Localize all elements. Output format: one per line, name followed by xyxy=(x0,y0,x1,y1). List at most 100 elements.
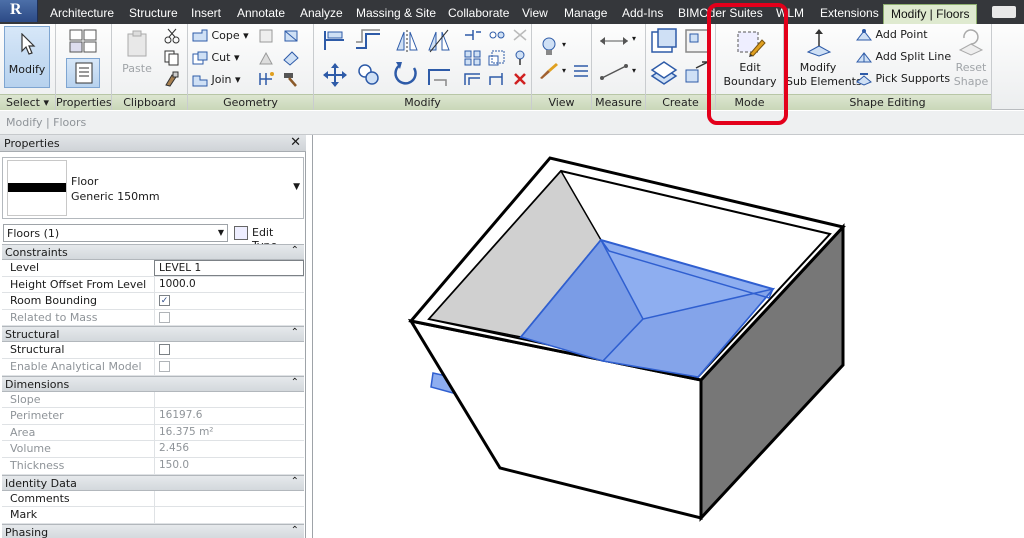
trim-extend-corner-icon[interactable] xyxy=(426,62,452,88)
wall-joins-icon[interactable] xyxy=(258,28,274,44)
close-icon[interactable]: ✕ xyxy=(290,135,301,150)
pick-supports-button[interactable]: Pick Supports xyxy=(856,70,950,88)
scale-icon[interactable] xyxy=(488,50,506,66)
measure-dropdown-icon[interactable]: ▾ xyxy=(632,34,636,43)
rotate-icon[interactable] xyxy=(392,60,420,88)
split-element-icon[interactable] xyxy=(488,28,506,42)
add-split-line-button[interactable]: Add Split Line xyxy=(855,48,951,66)
prop-row-perimeter: Perimeter 16197.6 xyxy=(2,408,304,425)
group-phasing[interactable]: Phasing ⌃ xyxy=(2,523,304,538)
panel-measure: ▾ ▾ Measure xyxy=(592,24,646,110)
tab-extensions[interactable]: Extensions xyxy=(820,0,879,24)
group-dimensions[interactable]: Dimensions ⌃ xyxy=(2,375,304,392)
comments-field[interactable] xyxy=(154,490,304,507)
align-icon[interactable] xyxy=(322,28,348,52)
related-to-mass-checkbox xyxy=(159,311,170,323)
mirror-pick-axis-icon[interactable] xyxy=(394,28,420,54)
edit-type-button[interactable]: Edit Type xyxy=(232,223,302,252)
copy-element-icon[interactable] xyxy=(356,62,382,88)
type-selector[interactable]: Floor Generic 150mm ▼ xyxy=(2,157,304,219)
measure-between-icon[interactable] xyxy=(598,34,630,48)
offset-icon[interactable] xyxy=(354,28,382,52)
mirror-draw-axis-icon[interactable] xyxy=(426,28,452,54)
pin-icon[interactable] xyxy=(512,50,528,66)
modify-button[interactable]: Modify xyxy=(4,26,50,88)
split-region-icon[interactable] xyxy=(258,71,276,87)
height-offset-field[interactable]: 1000.0 xyxy=(154,276,304,293)
reset-shape-button[interactable]: Reset Shape xyxy=(952,26,990,88)
add-point-button[interactable]: Add Point xyxy=(855,26,928,44)
3d-model-canvas[interactable] xyxy=(313,135,1024,538)
properties-grid: Constraints ⌃ Level LEVEL 1 Height Offse… xyxy=(2,244,304,538)
hammer-icon[interactable] xyxy=(282,71,300,87)
create-assembly-icon[interactable] xyxy=(650,27,678,55)
cut-scissors-icon[interactable] xyxy=(164,28,180,44)
linework-dropdown-icon[interactable]: ▾ xyxy=(562,66,566,75)
structural-checkbox[interactable] xyxy=(159,344,170,356)
paste-button[interactable]: Paste xyxy=(118,26,156,86)
panel-properties: Properties xyxy=(56,24,112,110)
collapse-icon[interactable]: ⌃ xyxy=(291,525,299,536)
collapse-icon[interactable]: ⌃ xyxy=(291,327,299,338)
tab-manage[interactable]: Manage xyxy=(564,0,607,24)
properties-palette-icon xyxy=(75,62,93,84)
panel-view-title: View xyxy=(532,94,591,110)
room-bounding-checkbox[interactable]: ✓ xyxy=(159,295,170,307)
cut-geometry-button[interactable]: Cut ▾ xyxy=(192,49,240,67)
panel-select-title[interactable]: Select ▾ xyxy=(0,94,55,110)
pin-disabled-icon[interactable] xyxy=(512,28,528,42)
trim-single-icon[interactable] xyxy=(464,28,482,42)
linework-brush-icon[interactable] xyxy=(538,62,560,80)
tab-add-ins[interactable]: Add-Ins xyxy=(622,0,663,24)
override-graphics-icon[interactable] xyxy=(572,62,590,80)
demolish-icon[interactable] xyxy=(258,50,274,66)
type-properties-icon[interactable] xyxy=(68,27,98,55)
offset-multi-icon[interactable] xyxy=(464,71,482,87)
join-button[interactable]: Join ▾ xyxy=(192,71,241,89)
prop-key: Height Offset From Level xyxy=(10,277,147,291)
hide-dropdown-icon[interactable]: ▾ xyxy=(562,40,566,49)
group-structural[interactable]: Structural ⌃ xyxy=(2,326,304,343)
group-constraints[interactable]: Constraints ⌃ xyxy=(2,244,304,260)
tab-architecture[interactable]: Architecture xyxy=(50,0,114,24)
move-icon[interactable] xyxy=(322,62,348,88)
array-icon[interactable] xyxy=(464,50,482,66)
tab-modify-floors[interactable]: Modify | Floors xyxy=(883,4,978,24)
unpin-icon[interactable] xyxy=(488,71,506,87)
collapse-icon[interactable]: ⌃ xyxy=(291,377,299,388)
properties-button[interactable] xyxy=(66,58,100,88)
mark-field[interactable] xyxy=(154,507,304,524)
chevron-down-icon[interactable]: ▼ xyxy=(293,182,300,192)
level-field[interactable]: LEVEL 1 xyxy=(154,260,304,276)
modify-sub-line1: Modify xyxy=(799,61,837,74)
dimension-dropdown-icon[interactable]: ▾ xyxy=(632,66,636,75)
hide-bulb-icon[interactable] xyxy=(540,36,560,58)
modify-sub-elements-button[interactable]: Modify Sub Elements xyxy=(786,26,862,88)
group-title: Identity Data xyxy=(5,476,77,490)
tab-collaborate[interactable]: Collaborate xyxy=(448,0,509,24)
tab-view[interactable]: View xyxy=(522,0,548,24)
match-properties-icon[interactable] xyxy=(164,71,180,87)
aligned-dimension-icon[interactable] xyxy=(598,62,630,82)
copy-icon[interactable] xyxy=(164,50,180,66)
split-face-icon[interactable] xyxy=(282,28,300,44)
tab-massing-site[interactable]: Massing & Site xyxy=(356,0,436,24)
prop-value: LEVEL 1 xyxy=(159,262,202,274)
tab-analyze[interactable]: Analyze xyxy=(300,0,343,24)
prop-key: Enable Analytical Model xyxy=(10,359,142,373)
tab-annotate[interactable]: Annotate xyxy=(237,0,285,24)
collapse-icon[interactable]: ⌃ xyxy=(291,245,299,256)
paint-icon[interactable] xyxy=(282,50,300,66)
tab-insert[interactable]: Insert xyxy=(191,0,221,24)
group-identity-data[interactable]: Identity Data ⌃ xyxy=(2,474,304,491)
collapse-icon[interactable]: ⌃ xyxy=(291,476,299,487)
delete-icon[interactable] xyxy=(512,71,528,87)
instance-filter-select[interactable]: Floors (1) ▼ xyxy=(3,224,228,242)
application-menu-button[interactable]: R xyxy=(0,0,38,22)
create-parts-icon[interactable] xyxy=(650,58,678,86)
3d-viewport[interactable] xyxy=(312,135,1024,538)
cope-button[interactable]: Cope ▾ xyxy=(192,27,249,45)
ribbon-minimize-button[interactable] xyxy=(992,6,1016,18)
panel-clipboard: Paste Clipboard xyxy=(112,24,188,110)
tab-structure[interactable]: Structure xyxy=(129,0,178,24)
